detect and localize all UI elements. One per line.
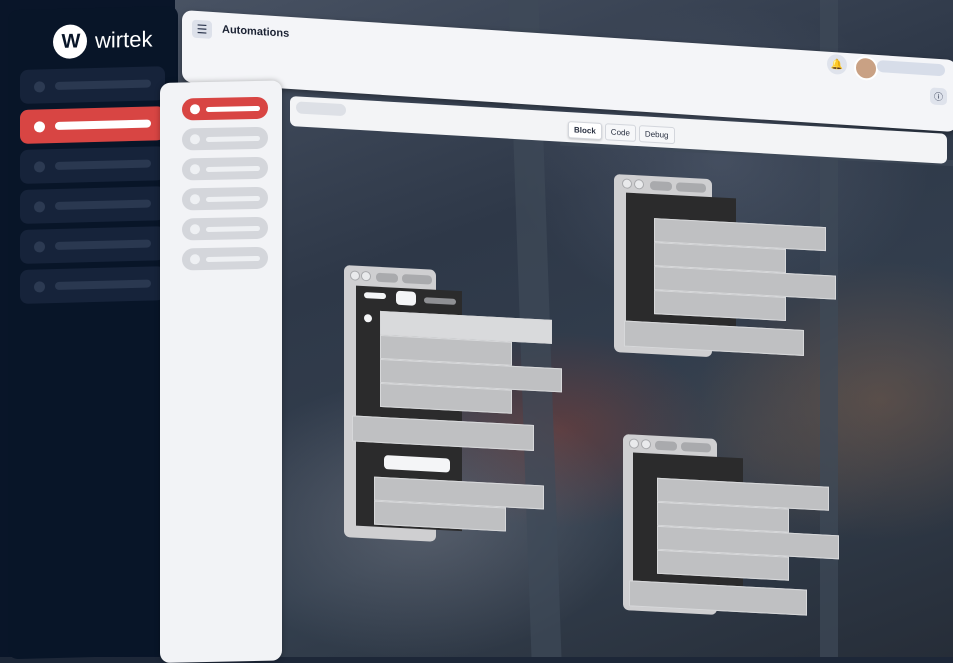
frame-tab: [650, 180, 672, 192]
window-dot-icon: [350, 270, 360, 281]
window-dot-icon: [629, 438, 639, 449]
block-canvas: [0, 0, 953, 657]
app-window: W wirtek ☰ Automations 🔔 ⓘ Block Code De…: [0, 0, 953, 663]
block-label: [364, 292, 386, 300]
window-dot-icon: [622, 178, 632, 189]
window-dot-icon: [361, 270, 371, 282]
frame-tab: [376, 272, 398, 283]
frame-tab: [655, 440, 677, 451]
block-dot-icon: [364, 314, 372, 323]
frame-tab: [402, 274, 432, 285]
frame-tab: [676, 182, 706, 193]
frame-tab: [681, 442, 711, 453]
window-dot-icon: [641, 438, 651, 450]
window-dot-icon: [634, 179, 644, 190]
block-value: [396, 290, 416, 306]
